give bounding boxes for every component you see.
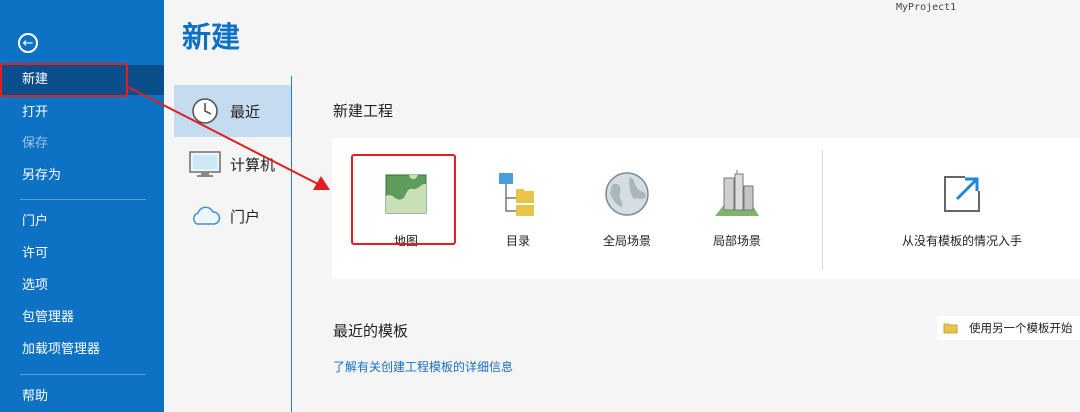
template-label: 全局场景 — [602, 234, 651, 248]
learn-more-link[interactable]: 了解有关创建工程模板的详细信息 — [333, 358, 513, 375]
location-recent[interactable]: 最近 — [174, 85, 291, 137]
folder-open-icon — [943, 322, 961, 334]
local-scene-icon — [713, 170, 761, 218]
template-global-scene[interactable]: 全局场景 — [575, 154, 679, 258]
card-divider — [822, 150, 823, 270]
location-portal[interactable]: 门户 — [174, 190, 291, 242]
window-title: MyProject1 — [896, 2, 957, 13]
catalog-icon — [494, 170, 542, 218]
start-another-template-label: 使用另一个模板开始 — [969, 321, 1073, 335]
location-label: 门户 — [230, 207, 261, 226]
location-label: 计算机 — [230, 155, 276, 174]
sidebar-item-new[interactable]: 新建 — [0, 65, 164, 95]
start-without-template-label: 从没有模板的情况入手 — [901, 234, 1022, 248]
start-without-template-button[interactable]: 从没有模板的情况入手 — [852, 154, 1072, 258]
template-label: 地图 — [393, 234, 418, 248]
back-arrow-icon[interactable]: ← — [18, 33, 38, 53]
sidebar-item-license[interactable]: 许可 — [0, 239, 164, 269]
template-local-scene[interactable]: 局部场景 — [685, 154, 789, 258]
page-title: 新建 — [182, 20, 241, 54]
sidebar-item-open[interactable]: 打开 — [0, 98, 164, 128]
sidebar-divider — [20, 374, 146, 375]
sidebar-item-help[interactable]: 帮助 — [0, 382, 164, 412]
sidebar-item-package-manager[interactable]: 包管理器 — [0, 303, 164, 333]
template-label: 局部场景 — [712, 234, 761, 248]
sidebar-item-portal[interactable]: 门户 — [0, 207, 164, 237]
sidebar-divider — [20, 199, 146, 200]
location-computer[interactable]: 计算机 — [174, 138, 291, 190]
globe-icon — [603, 170, 651, 218]
location-label: 最近 — [230, 102, 261, 121]
cloud-icon — [188, 199, 222, 233]
sidebar-item-addin-manager[interactable]: 加载项管理器 — [0, 335, 164, 365]
recent-templates-heading: 最近的模板 — [333, 322, 409, 340]
start-another-template-button[interactable]: 使用另一个模板开始 — [937, 316, 1080, 340]
computer-icon — [188, 147, 222, 181]
open-external-icon — [938, 170, 986, 218]
sidebar-item-save: 保存 — [22, 136, 49, 151]
new-project-heading: 新建工程 — [333, 102, 394, 120]
column-divider — [291, 76, 292, 412]
map-icon — [382, 170, 430, 218]
template-catalog[interactable]: 目录 — [466, 154, 570, 258]
sidebar-item-options[interactable]: 选项 — [0, 271, 164, 301]
new-project-card: 地图 目录 全局场景 局部场景 从没有模板的情况入手 — [332, 138, 1080, 279]
backstage-sidebar: ← 新建 打开 保存 另存为 门户 许可 选项 包管理器 加载项管理器 帮助 — [0, 0, 164, 412]
template-label: 目录 — [505, 234, 530, 248]
template-map[interactable]: 地图 — [354, 154, 458, 258]
sidebar-item-save-as[interactable]: 另存为 — [0, 161, 164, 191]
clock-icon — [188, 94, 222, 128]
